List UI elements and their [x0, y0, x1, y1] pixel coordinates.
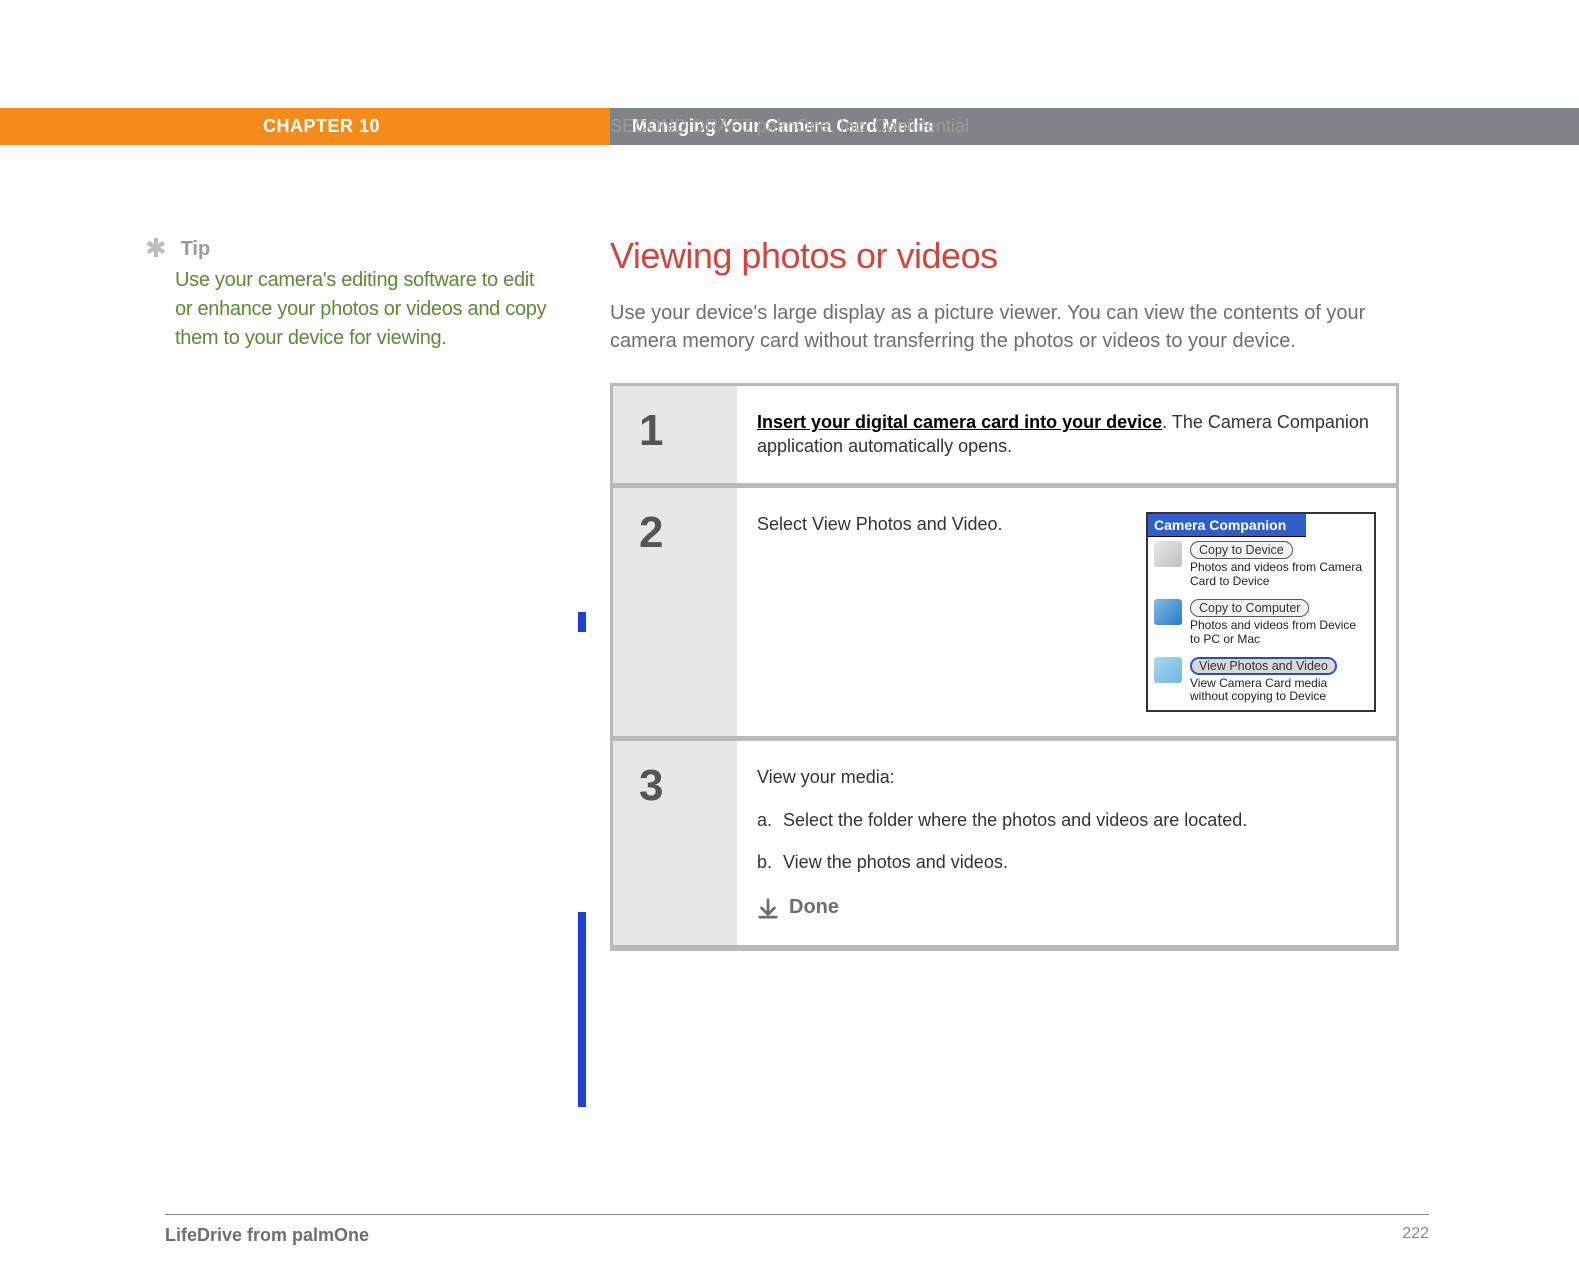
page-number: 222 — [1402, 1225, 1429, 1246]
cc-row-copy-to-computer: Copy to Computer Photos and videos from … — [1148, 595, 1374, 653]
cc-sub-2: Photos and videos from Device to PC or M… — [1190, 619, 1368, 647]
tip-body: Use your camera's editing software to ed… — [175, 266, 550, 353]
computer-icon — [1154, 599, 1182, 625]
cc-app-title: Camera Companion — [1148, 514, 1306, 538]
substep-letter: b. — [757, 850, 783, 874]
tip-label: Tip — [181, 238, 211, 260]
step-number: 3 — [613, 741, 737, 945]
sidebar: ✱ Tip Use your camera's editing software… — [0, 235, 610, 951]
change-bar-icon — [578, 912, 586, 1107]
main-content: Viewing photos or videos Use your device… — [610, 235, 1579, 951]
device-icon — [1154, 541, 1182, 567]
done-indicator: Done — [757, 894, 1376, 921]
copy-to-computer-button[interactable]: Copy to Computer — [1190, 599, 1309, 617]
photos-icon — [1154, 657, 1182, 683]
step-number: 1 — [613, 386, 737, 483]
step-1: 1 Insert your digital camera card into y… — [613, 386, 1396, 483]
cc-sub-1: Photos and videos from Camera Card to De… — [1190, 561, 1368, 589]
cc-row-view-photos: View Photos and Video View Camera Card m… — [1148, 653, 1374, 711]
substep-b-text: View the photos and videos. — [783, 850, 1008, 874]
intro-paragraph: Use your device's large display as a pic… — [610, 299, 1399, 355]
cc-sub-3: View Camera Card media without copying t… — [1190, 677, 1368, 705]
substep-letter: a. — [757, 808, 783, 832]
cc-row-copy-to-device: Copy to Device Photos and videos from Ca… — [1148, 537, 1374, 595]
page-title: Viewing photos or videos — [610, 235, 1399, 277]
page-footer: LifeDrive from palmOne 222 — [165, 1214, 1429, 1246]
step-1-body: Insert your digital camera card into you… — [737, 386, 1396, 483]
change-bar-icon — [578, 612, 586, 632]
insert-card-link[interactable]: Insert your digital camera card into you… — [757, 412, 1162, 432]
steps-container: 1 Insert your digital camera card into y… — [610, 383, 1399, 951]
step-2: 2 Select View Photos and Video. Camera C… — [613, 488, 1396, 737]
footer-product: LifeDrive from palmOne — [165, 1225, 369, 1246]
camera-companion-screenshot: Camera Companion Copy to Device Photos a… — [1146, 512, 1376, 713]
step-3: 3 View your media: a. Select the folder … — [613, 741, 1396, 945]
step-2-text: Select View Photos and Video. — [757, 512, 1126, 713]
view-photos-video-button[interactable]: View Photos and Video — [1190, 657, 1337, 675]
down-arrow-icon — [757, 897, 779, 919]
substep-a: a. Select the folder where the photos an… — [757, 808, 1376, 832]
substep-b: b. View the photos and videos. — [757, 850, 1376, 874]
tip-block: ✱ Tip Use your camera's editing software… — [175, 235, 550, 353]
step-3-heading: View your media: — [757, 765, 1376, 789]
step-number: 2 — [613, 488, 737, 737]
asterisk-icon: ✱ — [145, 235, 171, 261]
substep-a-text: Select the folder where the photos and v… — [783, 808, 1247, 832]
done-label: Done — [789, 894, 839, 921]
confidential-watermark: SECOND DRAFT palmOne, Inc. Confidential — [0, 116, 1579, 137]
copy-to-device-button[interactable]: Copy to Device — [1190, 541, 1293, 559]
